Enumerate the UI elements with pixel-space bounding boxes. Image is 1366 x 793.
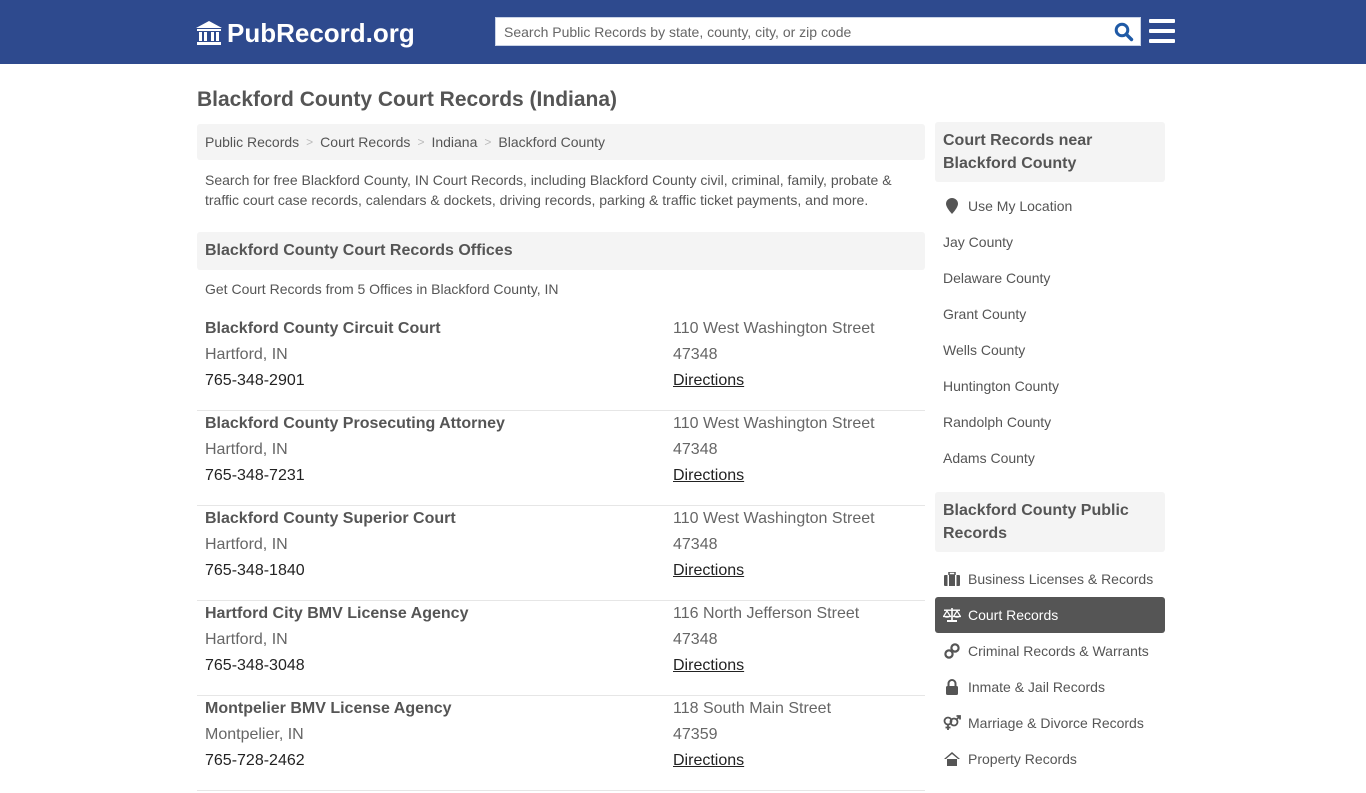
search-button[interactable]: [1108, 18, 1140, 45]
nearby-county-link[interactable]: Delaware County: [935, 260, 1165, 296]
nearby-county-link[interactable]: Jay County: [935, 224, 1165, 260]
breadcrumb-separator: >: [417, 135, 425, 149]
office-city: Hartford, IN: [205, 346, 288, 363]
directions-link[interactable]: Directions: [673, 467, 744, 484]
lock-icon: [943, 679, 961, 695]
hamburger-menu-icon-bar: [1149, 29, 1175, 33]
office-city: Hartford, IN: [205, 536, 288, 553]
office-address: 116 North Jefferson Street: [673, 605, 860, 622]
hamburger-menu-button[interactable]: [1149, 19, 1175, 43]
office-address: 110 West Washington Street: [673, 320, 875, 337]
public-records-list: Business Licenses & Records Court Record…: [935, 561, 1165, 777]
office-name: Blackford County Circuit Court: [205, 320, 441, 337]
briefcase-icon: [943, 571, 961, 587]
office-zip: 47348: [673, 346, 718, 363]
office-city: Hartford, IN: [205, 441, 288, 458]
office-item: Hartford City BMV License Agency Hartfor…: [197, 601, 925, 696]
nearby-list: Use My Location Jay County Delaware Coun…: [935, 188, 1165, 476]
office-item: Montpelier BMV License Agency Montpelier…: [197, 696, 925, 791]
office-phone: 765-348-3048: [205, 657, 305, 674]
breadcrumb-separator: >: [484, 135, 492, 149]
office-phone: 765-348-7231: [205, 467, 305, 484]
nearby-county-link[interactable]: Huntington County: [935, 368, 1165, 404]
sidebar-item-property-records[interactable]: Property Records: [935, 741, 1165, 777]
sidebar-item-court-records[interactable]: Court Records: [935, 597, 1165, 633]
office-address: 110 West Washington Street: [673, 415, 875, 432]
directions-link[interactable]: Directions: [673, 752, 744, 769]
handcuffs-icon: [943, 643, 961, 659]
office-zip: 47348: [673, 441, 718, 458]
nearby-heading: Court Records near Blackford County: [935, 122, 1165, 182]
sidebar-item-inmate-records[interactable]: Inmate & Jail Records: [935, 669, 1165, 705]
directions-link[interactable]: Directions: [673, 372, 744, 389]
intro-text: Search for free Blackford County, IN Cou…: [205, 172, 892, 208]
office-city: Hartford, IN: [205, 631, 288, 648]
breadcrumb-indiana[interactable]: Indiana: [431, 134, 477, 150]
hamburger-menu-icon-bar: [1149, 19, 1175, 23]
offices-subheading: Get Court Records from 5 Offices in Blac…: [205, 281, 559, 297]
sidebar-item-label: Inmate & Jail Records: [968, 679, 1105, 695]
nearby-county-link[interactable]: Wells County: [935, 332, 1165, 368]
breadcrumb-public-records[interactable]: Public Records: [205, 134, 299, 150]
office-address: 110 West Washington Street: [673, 510, 875, 527]
office-item: Blackford County Circuit Court Hartford,…: [197, 316, 925, 411]
office-phone: 765-348-1840: [205, 562, 305, 579]
office-zip: 47348: [673, 631, 718, 648]
use-my-location-label: Use My Location: [968, 198, 1073, 214]
office-phone: 765-728-2462: [205, 752, 305, 769]
sidebar-item-label: Business Licenses & Records: [968, 571, 1154, 587]
gender-icon: [943, 715, 961, 731]
site-header: PubRecord.org: [0, 0, 1366, 64]
office-city: Montpelier, IN: [205, 726, 304, 743]
office-name: Blackford County Prosecuting Attorney: [205, 415, 505, 432]
search-icon: [1114, 22, 1134, 41]
page-title: Blackford County Court Records (Indiana): [197, 88, 618, 111]
directions-link[interactable]: Directions: [673, 657, 744, 674]
breadcrumb: Public Records > Court Records > Indiana…: [197, 124, 925, 160]
office-item: Blackford County Prosecuting Attorney Ha…: [197, 411, 925, 506]
sidebar-item-business-licenses[interactable]: Business Licenses & Records: [935, 561, 1165, 597]
sidebar-item-criminal-records[interactable]: Criminal Records & Warrants: [935, 633, 1165, 669]
breadcrumb-blackford-county[interactable]: Blackford County: [498, 134, 605, 150]
office-item: Blackford County Superior Court Hartford…: [197, 506, 925, 601]
logo-text: PubRecord.org: [227, 17, 415, 48]
office-zip: 47359: [673, 726, 718, 743]
scales-icon: [943, 607, 961, 623]
sidebar-item-label: Property Records: [968, 751, 1077, 767]
sidebar-item-label: Criminal Records & Warrants: [968, 643, 1149, 659]
use-my-location-link[interactable]: Use My Location: [935, 188, 1165, 224]
nearby-county-link[interactable]: Randolph County: [935, 404, 1165, 440]
public-records-heading: Blackford County Public Records: [935, 492, 1165, 552]
site-logo[interactable]: PubRecord.org: [195, 17, 415, 49]
courthouse-icon: [196, 21, 222, 45]
breadcrumb-court-records[interactable]: Court Records: [320, 134, 410, 150]
search-input[interactable]: [496, 18, 1108, 45]
home-icon: [943, 751, 961, 767]
office-name: Montpelier BMV License Agency: [205, 700, 452, 717]
map-marker-icon: [943, 198, 961, 214]
sidebar-item-label: Court Records: [968, 607, 1059, 623]
directions-link[interactable]: Directions: [673, 562, 744, 579]
office-name: Hartford City BMV License Agency: [205, 605, 469, 622]
sidebar-item-label: Marriage & Divorce Records: [968, 715, 1144, 731]
sidebar-item-marriage-records[interactable]: Marriage & Divorce Records: [935, 705, 1165, 741]
nearby-county-link[interactable]: Adams County: [935, 440, 1165, 476]
office-name: Blackford County Superior Court: [205, 510, 456, 527]
office-address: 118 South Main Street: [673, 700, 832, 717]
office-phone: 765-348-2901: [205, 372, 305, 389]
breadcrumb-separator: >: [306, 135, 314, 149]
office-list: Blackford County Circuit Court Hartford,…: [197, 316, 925, 791]
offices-heading: Blackford County Court Records Offices: [197, 232, 925, 270]
hamburger-menu-icon-bar: [1149, 39, 1175, 43]
office-zip: 47348: [673, 536, 718, 553]
sidebar: Court Records near Blackford County Use …: [935, 122, 1165, 793]
nearby-county-link[interactable]: Grant County: [935, 296, 1165, 332]
search-bar: [495, 17, 1141, 46]
